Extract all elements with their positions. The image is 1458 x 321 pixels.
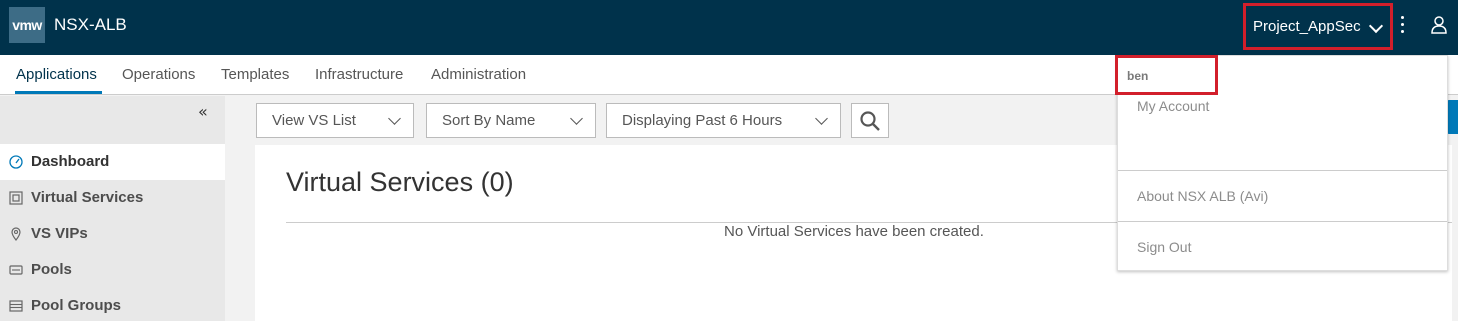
tab-infrastructure[interactable]: Infrastructure <box>315 66 403 83</box>
vmware-logo: vmw <box>9 7 45 43</box>
tenant-switcher[interactable]: Project_AppSec <box>1243 3 1393 50</box>
time-range-value: Displaying Past 6 Hours <box>622 112 783 129</box>
sidebar-item-label: Dashboard <box>31 153 110 170</box>
search-icon <box>860 111 880 131</box>
tab-applications[interactable]: Applications <box>16 66 97 83</box>
chevron-down-icon <box>1368 18 1384 34</box>
time-range-select[interactable]: Displaying Past 6 Hours <box>606 103 841 138</box>
more-options-icon[interactable] <box>1401 16 1405 36</box>
sidebar: « Dashboard Virtual Services VS VIPs Poo… <box>0 96 225 321</box>
location-pin-icon <box>11 227 21 241</box>
tab-administration[interactable]: Administration <box>431 66 526 83</box>
empty-state-message: No Virtual Services have been created. <box>724 223 984 240</box>
sidebar-item-vs-vips[interactable]: VS VIPs <box>0 216 225 252</box>
pool-groups-icon <box>9 300 23 312</box>
pools-icon <box>9 265 23 275</box>
collapse-sidebar-icon[interactable]: « <box>198 102 208 121</box>
active-tab-indicator <box>15 91 102 94</box>
chevron-down-icon <box>570 112 583 125</box>
sidebar-item-label: Pools <box>31 261 72 278</box>
sort-select-value: Sort By Name <box>442 112 536 129</box>
top-header: vmw NSX-ALB Project_AppSec <box>0 0 1458 55</box>
user-menu-username: ben <box>1115 55 1218 95</box>
sidebar-item-dashboard[interactable]: Dashboard <box>0 144 225 180</box>
chevron-down-icon <box>815 112 828 125</box>
view-select-value: View VS List <box>272 112 356 129</box>
sidebar-item-pool-groups[interactable]: Pool Groups <box>0 288 225 321</box>
chevron-down-icon <box>388 112 401 125</box>
dashboard-icon <box>9 155 23 169</box>
sidebar-item-label: VS VIPs <box>31 225 88 242</box>
app-name: NSX-ALB <box>54 15 127 34</box>
sidebar-item-label: Pool Groups <box>31 297 121 314</box>
my-account-link[interactable]: My Account <box>1137 98 1209 114</box>
menu-divider <box>1118 170 1447 171</box>
tenant-label: Project_AppSec <box>1253 18 1361 35</box>
page-title: Virtual Services (0) <box>286 167 514 197</box>
sidebar-item-virtual-services[interactable]: Virtual Services <box>0 180 225 216</box>
view-select[interactable]: View VS List <box>256 103 414 138</box>
search-button[interactable] <box>851 103 889 138</box>
tab-templates[interactable]: Templates <box>221 66 289 83</box>
about-link[interactable]: About NSX ALB (Avi) <box>1137 188 1268 204</box>
tab-operations[interactable]: Operations <box>122 66 195 83</box>
menu-divider <box>1118 221 1447 222</box>
sidebar-item-label: Virtual Services <box>31 189 144 206</box>
virtual-services-icon <box>9 191 23 205</box>
sign-out-link[interactable]: Sign Out <box>1137 239 1191 255</box>
sort-select[interactable]: Sort By Name <box>426 103 596 138</box>
user-icon[interactable] <box>1430 15 1448 35</box>
sidebar-item-pools[interactable]: Pools <box>0 252 225 288</box>
